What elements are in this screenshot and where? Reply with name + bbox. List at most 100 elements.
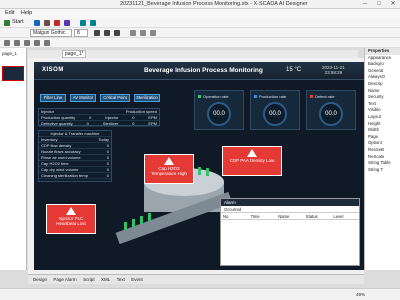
property-item[interactable]: Page	[365, 134, 400, 141]
property-item[interactable]: Security	[365, 94, 400, 101]
underline-icon[interactable]	[114, 30, 120, 36]
row-value: 0	[106, 173, 109, 178]
property-item[interactable]: General	[365, 68, 400, 75]
column-no[interactable]: No	[221, 213, 249, 219]
menu-bar: Edit Help	[0, 9, 400, 18]
column-level[interactable]: Level	[331, 213, 359, 219]
rectangle-icon[interactable]	[14, 40, 20, 46]
kpi-label: Production rate	[259, 94, 287, 99]
alarm-columns: No Time Name Status Level	[221, 213, 359, 220]
maximize-button[interactable]: □	[372, 0, 386, 9]
status-bar: 49%	[0, 288, 400, 300]
status-dot	[198, 95, 201, 98]
tab-xml[interactable]: XML	[101, 275, 110, 285]
tab-page-alarm[interactable]: Page Alarm	[53, 275, 76, 285]
alarm-filter-select[interactable]: Occurred	[224, 207, 241, 212]
warning-cdp-paa[interactable]: CDP PAA Density Low	[222, 146, 282, 176]
property-item[interactable]: Appearance	[365, 55, 400, 62]
column-status[interactable]: Status	[304, 213, 332, 219]
text-icon[interactable]	[44, 40, 50, 46]
cut-icon[interactable]	[54, 20, 60, 26]
property-item[interactable]: String Table	[365, 160, 400, 167]
nav-av-monitor[interactable]: AV Monitor	[70, 94, 96, 102]
toolbar-main: Start	[0, 18, 400, 28]
scada-title: Beverage Infusion Process Monitoring	[144, 67, 263, 74]
kpi-gauge: 00.0	[207, 102, 231, 126]
minimize-button[interactable]: ─	[358, 0, 372, 9]
zoom-level[interactable]: 49%	[356, 292, 365, 297]
property-item[interactable]: Visible	[365, 107, 400, 114]
tab-script[interactable]: Script	[83, 275, 95, 285]
copy-icon[interactable]	[64, 20, 70, 26]
align-center-icon[interactable]	[140, 30, 146, 36]
window-title: 20231121_Beverage Infusion Process Monit…	[120, 1, 308, 7]
property-item[interactable]: Width	[365, 127, 400, 134]
warning-icon	[164, 157, 174, 165]
nav-sterilization[interactable]: Sterilization	[134, 94, 160, 102]
ellipse-icon[interactable]	[24, 40, 30, 46]
redo-icon[interactable]	[90, 20, 96, 26]
table-row: Cleaning sterilization temp 0	[39, 173, 111, 179]
font-family-select[interactable]: Malgun Gothic	[30, 29, 72, 37]
font-size-select[interactable]: 8	[74, 29, 88, 37]
header-injector: Injector	[41, 109, 55, 114]
nav-critical-point[interactable]: Critical Point	[100, 94, 130, 102]
row-value: 0	[106, 161, 109, 166]
property-item[interactable]: Text	[365, 101, 400, 108]
close-button[interactable]: ✕	[386, 0, 400, 9]
property-item[interactable]: Descrip	[365, 81, 400, 88]
kpi-label: Operation rate	[203, 94, 229, 99]
pointer-icon[interactable]	[4, 40, 10, 46]
property-item[interactable]: AlwaysO	[365, 74, 400, 81]
kpi-gauge: 00.0	[319, 102, 343, 126]
bold-icon[interactable]	[94, 30, 100, 36]
kpi-production-rate: Production rate 00.0	[250, 90, 300, 130]
start-icon[interactable]	[4, 20, 10, 26]
column-time[interactable]: Time	[249, 213, 277, 219]
datetime: 2023-11-21 23:58:29	[322, 65, 345, 75]
tab-page-1[interactable]: page_1*	[62, 50, 86, 58]
open-icon[interactable]	[44, 20, 50, 26]
property-item[interactable]: OptionI	[365, 140, 400, 147]
property-item[interactable]: Name	[365, 88, 400, 95]
warning-cap-h2o2[interactable]: Cap H2O2 Temperature High	[144, 154, 194, 184]
column-name[interactable]: Name	[276, 213, 304, 219]
undo-icon[interactable]	[80, 20, 86, 26]
property-item[interactable]: Height	[365, 121, 400, 128]
title-bar: 20231121_Beverage Infusion Process Monit…	[0, 0, 400, 9]
temperature-readout: 15 °C	[286, 67, 302, 73]
page-list-tab[interactable]: page_1	[2, 51, 17, 56]
kpi-defect-rate: Defect rate 00.0	[306, 90, 356, 130]
page-list-panel: page_1	[0, 48, 27, 270]
row-value: 0	[132, 121, 135, 126]
row-value: 0	[106, 167, 109, 172]
save-icon[interactable]	[34, 20, 40, 26]
property-item[interactable]: Backgro	[365, 61, 400, 68]
property-item[interactable]: ResizeB	[365, 147, 400, 154]
warning-injector-plc[interactable]: Injector PLC Heartbeat Lost	[46, 204, 96, 234]
tab-design[interactable]: Design	[33, 275, 47, 285]
tab-event[interactable]: Event	[131, 275, 143, 285]
row-value: 0	[106, 149, 109, 154]
row-label: Cap dry wind volume	[41, 167, 79, 172]
property-item[interactable]: ReScale	[365, 154, 400, 161]
property-item[interactable]: Layout	[365, 114, 400, 121]
bottom-tabs: Design Page Alarm Script XML Text Event	[28, 274, 364, 284]
row-value: 0	[132, 115, 135, 120]
row-value: 0	[89, 115, 92, 120]
menu-help[interactable]: Help	[21, 9, 32, 18]
align-left-icon[interactable]	[130, 30, 136, 36]
start-label[interactable]: Start	[12, 19, 24, 25]
status-dot	[310, 95, 313, 98]
menu-edit[interactable]: Edit	[5, 9, 14, 18]
nav-filter-line[interactable]: Filter Line	[40, 94, 66, 102]
row-label: Cap H2O2 time	[41, 161, 69, 166]
property-item[interactable]: String T	[365, 167, 400, 174]
italic-icon[interactable]	[104, 30, 110, 36]
tab-text[interactable]: Text	[117, 275, 125, 285]
alarm-panel: Alarm Occurred No Time Name Status Level	[220, 198, 360, 266]
line-icon[interactable]	[34, 40, 40, 46]
page-thumbnail[interactable]	[2, 66, 24, 81]
align-right-icon[interactable]	[150, 30, 156, 36]
document-tabs: page_1*	[28, 50, 358, 58]
